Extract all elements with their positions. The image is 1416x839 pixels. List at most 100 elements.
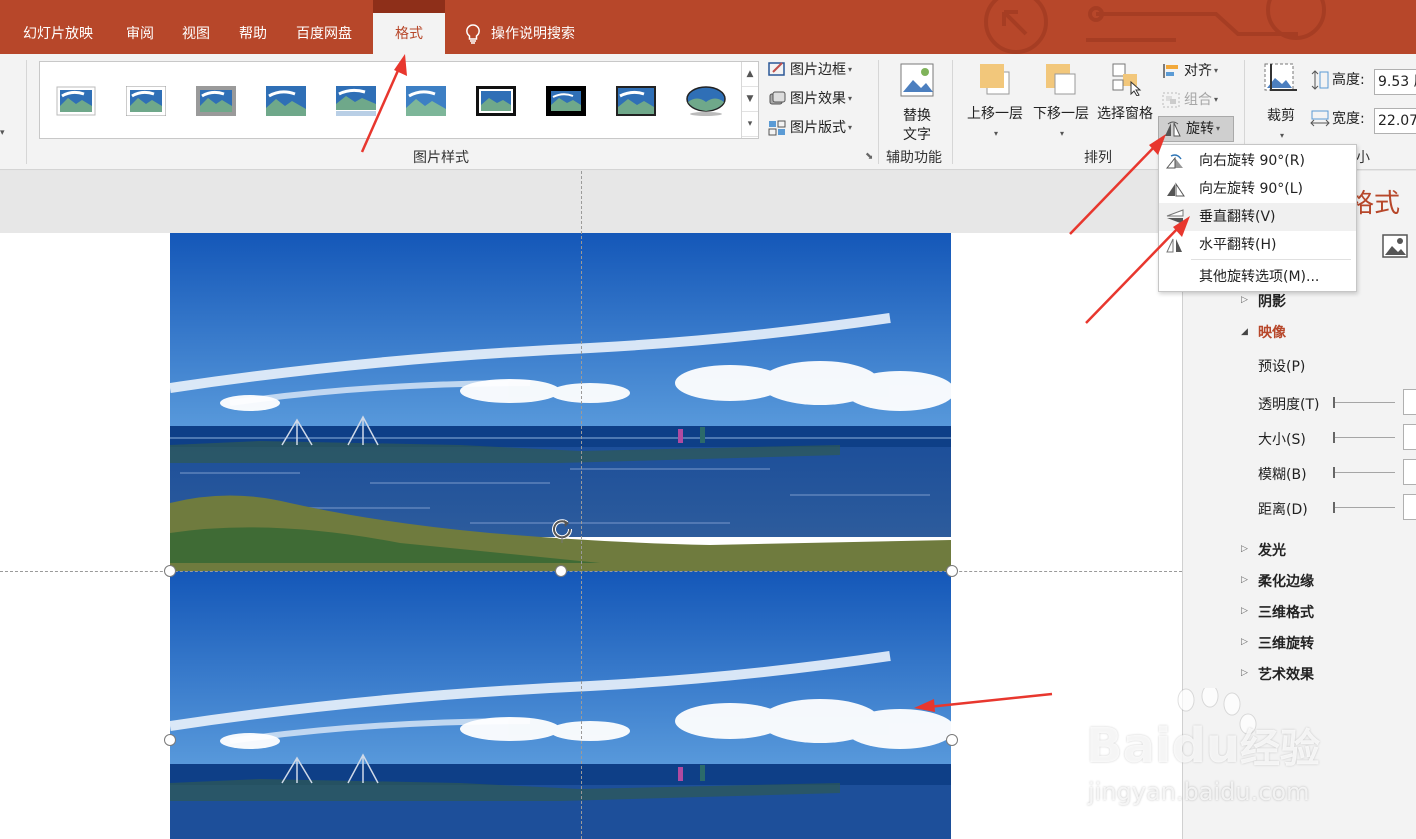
circuit-decoration bbox=[984, 0, 1326, 54]
section-glow[interactable]: 发光 bbox=[1258, 540, 1286, 560]
selection-pane-button[interactable]: 选择窗格 bbox=[1094, 62, 1156, 124]
gallery-more-icon[interactable]: ▾ bbox=[742, 112, 758, 137]
style-thumb-5[interactable] bbox=[336, 86, 376, 116]
blur-slider[interactable] bbox=[1333, 472, 1395, 473]
expand-triangle-icon[interactable]: ▷ bbox=[1241, 606, 1248, 616]
section-shadow[interactable]: 阴影 bbox=[1258, 291, 1286, 311]
tab-baidu-netdisk[interactable]: 百度网盘 bbox=[296, 0, 352, 54]
align-button[interactable]: 对齐 ▾ bbox=[1162, 60, 1218, 82]
group-icon bbox=[1162, 92, 1180, 108]
menu-rotate-left-90[interactable]: 向左旋转 90°(L) bbox=[1159, 175, 1356, 203]
chevron-up-icon[interactable]: ▲ bbox=[742, 62, 758, 87]
chevron-down-icon[interactable]: ▼ bbox=[742, 87, 758, 112]
rotate-button[interactable]: 旋转 ▾ bbox=[1158, 116, 1234, 142]
gallery-scroll[interactable]: ▲ ▼ ▾ bbox=[741, 62, 758, 138]
resize-handle-left[interactable] bbox=[164, 734, 176, 746]
picture-layout-button[interactable]: 图片版式 ▾ bbox=[768, 116, 852, 140]
watermark-brand: Baidu经验 bbox=[1086, 718, 1320, 774]
style-thumb-4[interactable] bbox=[266, 86, 306, 116]
transparency-slider-thumb[interactable] bbox=[1333, 397, 1335, 408]
style-thumb-6[interactable] bbox=[406, 86, 446, 116]
tab-help[interactable]: 帮助 bbox=[239, 0, 267, 54]
tab-view[interactable]: 视图 bbox=[182, 0, 210, 54]
picture-effects-button[interactable]: 图片效果 ▾ bbox=[768, 87, 852, 111]
picture-layout-icon bbox=[768, 120, 786, 136]
blur-label: 模糊(B) bbox=[1258, 467, 1307, 483]
picture-style-gallery[interactable]: ▲ ▼ ▾ bbox=[39, 61, 759, 139]
crop-icon bbox=[1264, 63, 1297, 91]
section-artistic-effects[interactable]: 艺术效果 bbox=[1258, 664, 1314, 684]
alt-text-button[interactable]: 替换 文字 bbox=[895, 62, 939, 145]
ribbon-tab-bar: 幻灯片放映 审阅 视图 帮助 百度网盘 格式 操作说明搜索 bbox=[0, 0, 1416, 54]
tab-slideshow[interactable]: 幻灯片放映 bbox=[23, 0, 93, 54]
watermark-url: jingyan.baidu.com bbox=[1088, 778, 1310, 806]
style-thumb-7[interactable] bbox=[476, 86, 516, 116]
lake-photo-copy[interactable] bbox=[170, 571, 951, 839]
blur-input[interactable] bbox=[1403, 459, 1416, 485]
distance-input[interactable] bbox=[1403, 494, 1416, 520]
style-thumb-3[interactable] bbox=[196, 86, 236, 116]
section-soft-edges[interactable]: 柔化边缘 bbox=[1258, 571, 1314, 591]
blur-slider-thumb[interactable] bbox=[1333, 467, 1335, 478]
menu-more-rotation-options[interactable]: 其他旋转选项(M)... bbox=[1159, 263, 1356, 291]
style-thumb-1[interactable] bbox=[56, 86, 96, 116]
style-thumb-8[interactable] bbox=[546, 86, 586, 116]
style-thumb-10[interactable] bbox=[686, 86, 726, 116]
resize-handle-top[interactable] bbox=[555, 565, 567, 577]
dialog-launcher-icon[interactable]: ⬊ bbox=[865, 151, 873, 162]
resize-handle-top-right[interactable] bbox=[946, 565, 958, 577]
group-button[interactable]: 组合 ▾ bbox=[1162, 89, 1218, 111]
menu-flip-vertical[interactable]: 垂直翻转(V) bbox=[1159, 203, 1356, 231]
style-thumb-9[interactable] bbox=[616, 86, 656, 116]
distance-slider[interactable] bbox=[1333, 507, 1395, 508]
smart-guide-vertical bbox=[581, 171, 582, 839]
menu-rotate-right-90[interactable]: 向右旋转 90°(R) bbox=[1159, 147, 1356, 175]
selection-pane-icon bbox=[1112, 63, 1142, 97]
bring-forward-button[interactable]: 上移一层 ▾ bbox=[964, 62, 1026, 143]
transparency-input[interactable] bbox=[1403, 389, 1416, 415]
expand-triangle-icon[interactable]: ▷ bbox=[1241, 575, 1248, 585]
size-input[interactable] bbox=[1403, 424, 1416, 450]
picture-border-button[interactable]: 图片边框 ▾ bbox=[768, 58, 852, 82]
size-slider-thumb[interactable] bbox=[1333, 432, 1335, 443]
group-label-accessibility: 辅助功能 bbox=[886, 150, 942, 166]
crop-button[interactable]: 裁剪 ▾ bbox=[1262, 62, 1300, 145]
expand-triangle-icon[interactable]: ▷ bbox=[1241, 544, 1248, 554]
expand-triangle-icon[interactable]: ▷ bbox=[1241, 295, 1248, 305]
tell-me-label: 操作说明搜索 bbox=[491, 26, 575, 42]
section-3d-format[interactable]: 三维格式 bbox=[1258, 602, 1314, 622]
flip-horizontal-icon bbox=[1166, 238, 1182, 253]
rotation-handle-icon[interactable] bbox=[548, 515, 576, 543]
tab-format[interactable]: 格式 bbox=[373, 0, 445, 54]
tell-me-search[interactable]: 操作说明搜索 bbox=[465, 0, 575, 54]
flip-vertical-icon bbox=[1166, 209, 1184, 224]
transparency-slider[interactable] bbox=[1333, 402, 1395, 403]
expand-triangle-icon[interactable]: ▷ bbox=[1241, 637, 1248, 647]
rotate-left-icon bbox=[1167, 182, 1185, 197]
group-divider bbox=[878, 60, 879, 164]
expand-triangle-icon[interactable]: ▷ bbox=[1241, 668, 1248, 678]
section-3d-rotation[interactable]: 三维旋转 bbox=[1258, 633, 1314, 653]
distance-slider-thumb[interactable] bbox=[1333, 502, 1335, 513]
picture-tab-icon[interactable] bbox=[1381, 233, 1409, 259]
menu-separator bbox=[1191, 259, 1351, 260]
resize-handle-right[interactable] bbox=[946, 734, 958, 746]
height-input[interactable]: 9.53 厘 bbox=[1374, 69, 1416, 95]
resize-handle-top-left[interactable] bbox=[164, 565, 176, 577]
reflection-preset[interactable]: 预设(P) bbox=[1258, 356, 1305, 376]
tab-review[interactable]: 审阅 bbox=[126, 0, 154, 54]
rotate-right-icon bbox=[1165, 154, 1183, 169]
menu-flip-horizontal[interactable]: 水平翻转(H) bbox=[1159, 231, 1356, 259]
width-icon bbox=[1310, 110, 1330, 127]
style-thumb-2[interactable] bbox=[126, 86, 166, 116]
collapse-triangle-icon[interactable]: ◢ bbox=[1241, 327, 1248, 337]
alt-text-icon bbox=[900, 63, 934, 97]
slide-workspace bbox=[0, 171, 1182, 839]
group-label-picture-styles: 图片样式 bbox=[413, 150, 469, 166]
send-backward-button[interactable]: 下移一层 ▾ bbox=[1030, 62, 1092, 143]
rotate-icon bbox=[1165, 121, 1181, 137]
chevron-down-icon[interactable]: ▾ bbox=[0, 128, 5, 138]
section-reflection[interactable]: 映像 bbox=[1258, 322, 1286, 342]
size-slider[interactable] bbox=[1333, 437, 1395, 438]
width-input[interactable]: 22.07 bbox=[1374, 108, 1416, 134]
